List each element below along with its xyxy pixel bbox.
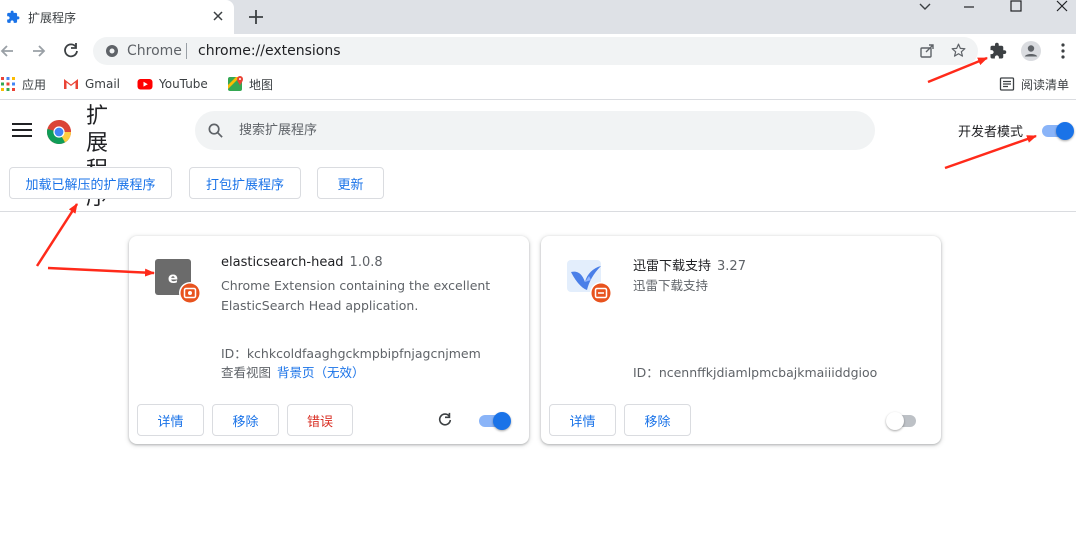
background-page-link[interactable]: 背景页（无效）	[277, 365, 365, 380]
extension-id: ID：kchkcoldfaaghgckmpbipfnjagcnjmem	[221, 343, 481, 362]
reload-icon[interactable]	[62, 42, 80, 60]
extension-version: 3.27	[717, 259, 746, 274]
developer-mode-label: 开发者模式	[958, 125, 1024, 140]
extension-id-label: ID：	[221, 346, 247, 361]
arrow-to-load-unpacked	[35, 203, 79, 267]
extension-name-text: 迅雷下载支持	[633, 259, 712, 274]
reading-list[interactable]: 阅读清单	[999, 75, 1069, 93]
gmail-icon	[64, 79, 78, 89]
extension-id-value: kchkcoldfaaghgckmpbipfnjagcnjmem	[246, 346, 481, 361]
url-text[interactable]: chrome://extensions	[198, 43, 341, 59]
search-input[interactable]	[239, 119, 839, 141]
search-icon	[208, 123, 223, 138]
extension-name-text: elasticsearch-head	[221, 255, 344, 270]
details-button[interactable]: 详情	[137, 404, 204, 436]
bookmark-star-icon[interactable]	[950, 42, 967, 59]
extensions-header: 扩展程序 开发者模式	[0, 101, 1076, 210]
search-box[interactable]	[195, 111, 875, 150]
bookmark-apps[interactable]: 应用	[0, 75, 46, 93]
extension-card-xunlei: 迅雷下载支持 3.27 迅雷下载支持 ID：ncennffkjdiamlpmcba…	[541, 236, 941, 444]
tab-search-chevron-icon[interactable]	[914, 0, 936, 14]
extension-id: ID：ncennffkjdiamlpmcbajkmaiiiddgioo	[633, 362, 877, 381]
address-bar[interactable]: Chrome chrome://extensions	[93, 37, 978, 65]
extension-name: 迅雷下载支持 3.27	[633, 255, 746, 274]
hamburger-menu-icon[interactable]	[12, 123, 32, 139]
extension-version: 1.0.8	[349, 255, 383, 270]
inspect-views: 查看视图 背景页（无效）	[221, 362, 365, 381]
maximize-icon[interactable]	[1005, 0, 1027, 14]
maps-icon	[228, 76, 243, 91]
toolbar-divider	[0, 211, 1076, 212]
browser-toolbar: Chrome chrome://extensions	[0, 34, 1076, 68]
bookmark-gmail[interactable]: Gmail	[63, 75, 120, 93]
forward-icon[interactable]	[30, 42, 48, 60]
tab-strip: 扩展程序	[0, 0, 1076, 34]
chrome-logo-icon	[47, 120, 71, 145]
remove-button[interactable]: 移除	[624, 404, 691, 436]
elasticsearch-head-icon: e	[155, 259, 201, 304]
remove-button[interactable]: 移除	[212, 404, 279, 436]
youtube-icon	[137, 79, 153, 90]
xunlei-bird-icon	[567, 260, 612, 304]
developer-mode-toggle[interactable]	[1040, 122, 1074, 140]
background-page-status: （无效）	[314, 365, 365, 380]
apps-grid-icon	[1, 77, 15, 91]
bookmark-youtube[interactable]: YouTube	[137, 75, 208, 93]
bookmarks-bar: 应用 Gmail YouTube 地图 阅读清单	[0, 68, 1076, 100]
close-tab-icon[interactable]	[210, 8, 226, 24]
tab-title: 扩展程序	[28, 11, 77, 25]
reading-list-icon	[999, 77, 1015, 91]
extension-name: elasticsearch-head 1.0.8	[221, 255, 383, 270]
bookmark-maps[interactable]: 地图	[227, 75, 273, 93]
extensions-puzzle-icon[interactable]	[989, 42, 1007, 60]
chrome-page-icon[interactable]	[105, 44, 119, 58]
pack-extension-button[interactable]: 打包扩展程序	[189, 167, 301, 199]
puzzle-icon	[7, 10, 20, 23]
update-button[interactable]: 更新	[317, 167, 384, 199]
details-button[interactable]: 详情	[549, 404, 616, 436]
site-label: Chrome	[127, 43, 182, 59]
reading-list-label: 阅读清单	[1021, 77, 1070, 92]
bookmark-label: Gmail	[85, 77, 121, 91]
new-tab-icon[interactable]	[245, 6, 267, 28]
load-unpacked-button[interactable]: 加载已解压的扩展程序	[9, 167, 172, 199]
address-separator	[186, 43, 187, 59]
more-menu-icon[interactable]	[1057, 42, 1069, 60]
bookmark-label: 地图	[249, 77, 274, 92]
back-icon[interactable]	[0, 42, 16, 60]
extension-enable-toggle[interactable]	[886, 412, 920, 430]
extension-card-elasticsearch-head: e elasticsearch-head 1.0.8 Chrome Extensi…	[129, 236, 529, 444]
extension-description: Chrome Extension containing the excellen…	[221, 278, 491, 313]
profile-avatar-icon[interactable]	[1020, 40, 1042, 62]
extension-enable-toggle[interactable]	[477, 412, 511, 430]
share-icon[interactable]	[919, 43, 935, 59]
minimize-icon[interactable]	[958, 0, 980, 14]
background-page-link-text: 背景页	[277, 365, 315, 380]
inspect-views-label: 查看视图	[221, 365, 272, 380]
reload-extension-icon[interactable]	[437, 412, 453, 428]
extension-description: 迅雷下载支持	[633, 278, 709, 293]
bookmark-label: 应用	[22, 77, 47, 92]
extension-id-label: ID：	[633, 365, 659, 380]
tab-extensions[interactable]: 扩展程序	[0, 0, 234, 34]
extension-id-value: ncennffkjdiamlpmcbajkmaiiiddgioo	[658, 365, 878, 380]
close-window-icon[interactable]	[1051, 0, 1073, 14]
svg-text:e: e	[168, 269, 178, 287]
errors-button[interactable]: 错误	[287, 404, 353, 436]
bookmark-label: YouTube	[159, 77, 208, 91]
